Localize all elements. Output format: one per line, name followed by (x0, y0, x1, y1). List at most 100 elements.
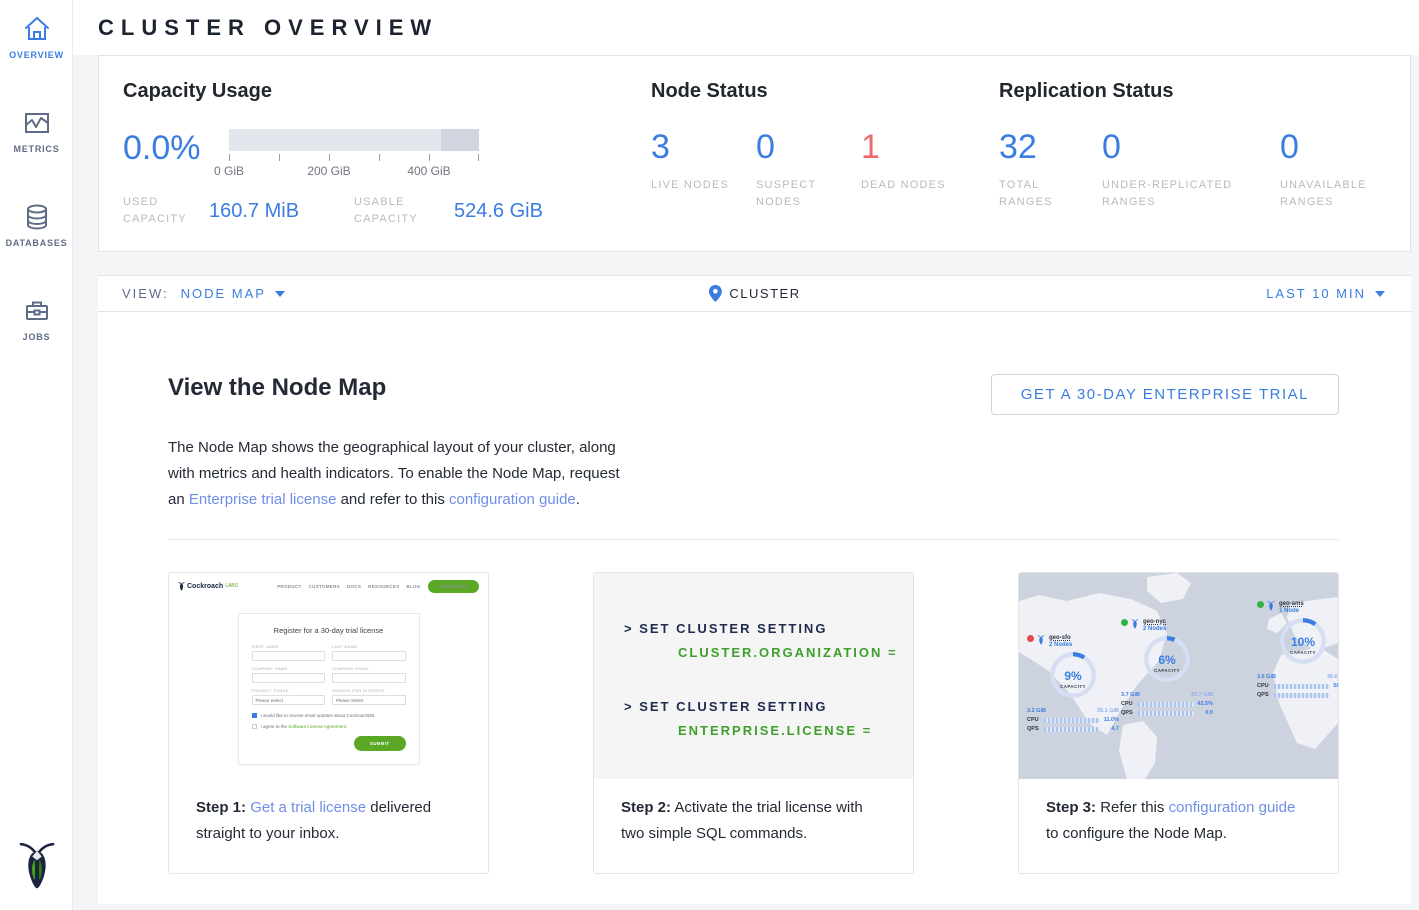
time-range-value: LAST 10 MIN (1266, 286, 1366, 301)
mini-site-nav: PRODUCT CUSTOMERS DOCS RESOURCES BLOG DO… (270, 580, 479, 593)
view-toolbar: VIEW: NODE MAP CLUSTER LAST 10 MIN (98, 275, 1411, 312)
map-widget-geo-nyc: geo-nyc 2 Nodes 6% CAPACITY (1121, 619, 1213, 716)
step3-card: geo-sfo 2 Nodes 9% CAPACITY (1018, 572, 1339, 874)
chevron-down-icon (1375, 291, 1385, 297)
dead-nodes-label: DEAD NODES (861, 177, 953, 194)
get-trial-license-link[interactable]: Get a trial license (250, 799, 366, 816)
trial-registration-form: Register for a 30-day trial license FIRS… (238, 613, 420, 765)
sql-command: > SET CLUSTER SETTING (624, 617, 913, 641)
step2-card: > SET CLUSTER SETTING CLUSTER.ORGANIZATI… (593, 572, 914, 874)
last-name-field (332, 651, 406, 661)
status-dot-green (1257, 601, 1264, 608)
checkbox-label: I would like to receive email updates ab… (261, 713, 376, 718)
page-title-bar: CLUSTER OVERVIEW (73, 0, 1419, 55)
sidebar-item-label: METRICS (0, 144, 73, 154)
enterprise-trial-license-link[interactable]: Enterprise trial license (189, 491, 337, 508)
page-title: CLUSTER OVERVIEW (98, 15, 438, 41)
replication-status-section: Replication Status 32 TOTAL RANGES 0 UND… (999, 80, 1410, 251)
gauge-tick-label: 0 GiB (214, 164, 244, 178)
metrics-icon (22, 108, 52, 138)
capacity-gauge: 0 GiB 200 GiB 400 GiB (229, 129, 479, 180)
live-nodes-label: LIVE NODES (651, 177, 743, 194)
caption-text: Refer this (1100, 799, 1164, 816)
view-value: NODE MAP (181, 286, 266, 301)
unavailable-ranges-stat: 0 UNAVAILABLE RANGES (1280, 129, 1410, 211)
caption-text: to configure the Node Map. (1046, 825, 1227, 842)
nav-item: BLOG (406, 584, 420, 589)
under-replicated-ranges-label: UNDER-REPLICATED RANGES (1102, 177, 1262, 211)
jobs-icon (22, 296, 52, 326)
email-updates-checkbox (252, 713, 257, 718)
configuration-guide-link[interactable]: configuration guide (1169, 799, 1296, 816)
step1-caption: Step 1: Get a trial license delivered st… (169, 779, 488, 873)
step2-code-snippet: > SET CLUSTER SETTING CLUSTER.ORGANIZATI… (594, 573, 913, 779)
live-nodes-stat: 3 LIVE NODES (651, 129, 756, 211)
usable-capacity-label: USABLE CAPACITY (354, 194, 454, 228)
sidebar-item-databases[interactable]: DATABASES (0, 188, 73, 260)
map-widget-geo-sfo: geo-sfo 2 Nodes 9% CAPACITY (1027, 635, 1119, 732)
sidebar-item-label: JOBS (0, 332, 73, 342)
nav-item: DOCS (347, 584, 361, 589)
field-label: COMPANY EMAIL (332, 666, 406, 671)
view-label: VIEW: (122, 286, 169, 301)
step-label: Step 1: (196, 799, 246, 816)
step2-caption: Step 2: Activate the trial license with … (594, 779, 913, 873)
license-agreement-link: Software License Agreement. (288, 724, 347, 729)
sidebar-item-label: OVERVIEW (0, 50, 73, 60)
project-phase-select: Please Select (252, 695, 326, 705)
suspect-nodes-stat: 0 SUSPECT NODES (756, 129, 861, 211)
time-range-dropdown[interactable]: LAST 10 MIN (1266, 286, 1411, 301)
dead-nodes-stat: 1 DEAD NODES (861, 129, 966, 211)
breadcrumb[interactable]: CLUSTER (708, 285, 800, 302)
divider (168, 539, 1339, 540)
live-nodes-value: 3 (651, 129, 756, 165)
total-ranges-value: 32 (999, 129, 1102, 165)
node-map-panel: View the Node Map GET A 30-DAY ENTERPRIS… (98, 312, 1411, 904)
home-icon (22, 14, 52, 44)
field-label: LAST NAME (332, 644, 406, 649)
sql-setting: CLUSTER.ORGANIZATION = (624, 641, 913, 665)
node-map-preview: geo-sfo 2 Nodes 9% CAPACITY (1019, 573, 1338, 779)
field-label: FIRST NAME (252, 644, 326, 649)
step3-caption: Step 3: Refer this configuration guide t… (1019, 779, 1338, 873)
roach-icon (1130, 619, 1140, 629)
status-dot-green (1121, 619, 1128, 626)
unavailable-ranges-label: UNAVAILABLE RANGES (1280, 177, 1372, 211)
unavailable-ranges-value: 0 (1280, 129, 1410, 165)
download-button: DOWNLOAD (428, 580, 479, 593)
sidebar-item-overview[interactable]: OVERVIEW (0, 0, 73, 72)
used-capacity-value: 160.7 MiB (209, 200, 354, 223)
replication-status-title: Replication Status (999, 80, 1410, 103)
dead-nodes-value: 1 (861, 129, 966, 165)
form-title: Register for a 30-day trial license (252, 626, 406, 635)
roach-icon (1036, 635, 1046, 645)
cockroach-labs-logo: Cockroach LABS (178, 581, 238, 592)
used-capacity-label: USED CAPACITY (123, 194, 209, 228)
status-dot-red (1027, 635, 1034, 642)
nav-item: RESOURCES (368, 584, 399, 589)
gauge-tick-label: 200 GiB (307, 164, 350, 178)
view-dropdown[interactable]: VIEW: NODE MAP (98, 286, 285, 301)
field-label: COMPANY NAME (252, 666, 326, 671)
suspect-nodes-label: SUSPECT NODES (756, 177, 848, 211)
map-widget-geo-ams: geo-ams 1 Node 10% CAPACITY (1257, 601, 1338, 698)
total-ranges-stat: 32 TOTAL RANGES (999, 129, 1102, 211)
checkbox-label: I agree to the (261, 724, 288, 729)
sidebar-item-metrics[interactable]: METRICS (0, 94, 73, 166)
sidebar-item-jobs[interactable]: JOBS (0, 282, 73, 354)
license-agreement-checkbox (252, 724, 257, 729)
enterprise-trial-button[interactable]: GET A 30-DAY ENTERPRISE TRIAL (991, 374, 1339, 415)
roach-icon (1266, 601, 1276, 611)
gauge-tick-label: 400 GiB (407, 164, 450, 178)
first-name-field (252, 651, 326, 661)
cockroachdb-logo (0, 841, 73, 896)
node-status-section: Node Status 3 LIVE NODES 0 SUSPECT NODES… (651, 80, 999, 251)
cluster-summary-card: Capacity Usage 0.0% 0 GiB 200 GiB 400 Gi… (98, 55, 1411, 252)
description-text: . (576, 491, 580, 508)
reason-select: Please Select (332, 695, 406, 705)
field-label: REASON FOR INTEREST (332, 688, 406, 693)
company-name-field (252, 673, 326, 683)
step-label: Step 3: (1046, 799, 1096, 816)
suspect-nodes-value: 0 (756, 129, 861, 165)
configuration-guide-link[interactable]: configuration guide (449, 491, 576, 508)
